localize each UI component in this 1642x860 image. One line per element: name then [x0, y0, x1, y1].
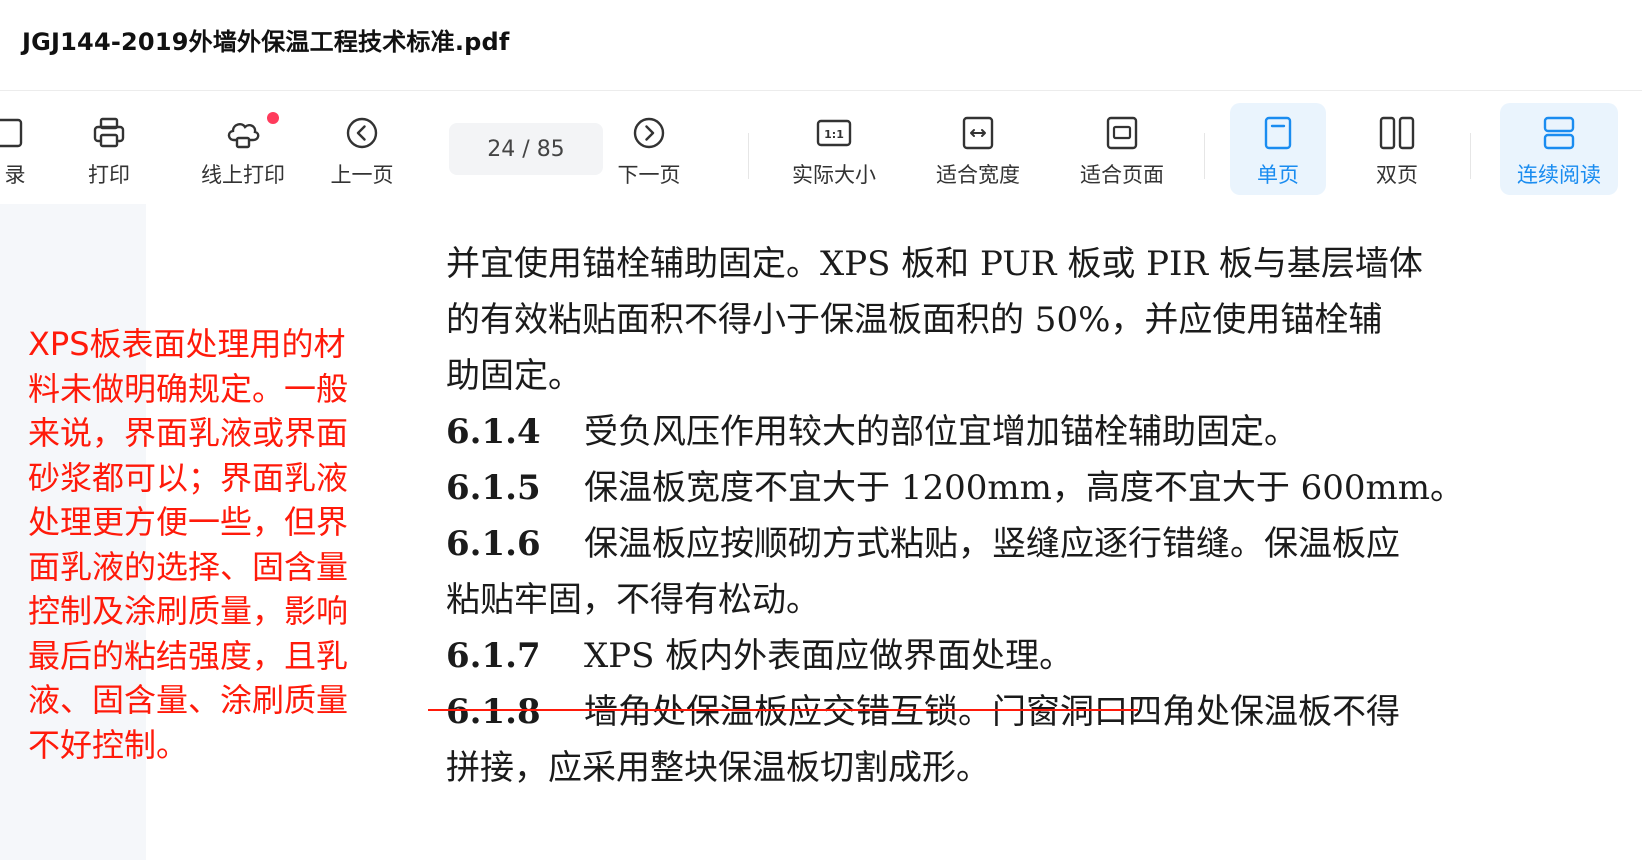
document-line: 的有效粘贴面积不得小于保温板面积的 50%，并应使用锚栓辅: [446, 292, 1382, 341]
clause-number: 6.1.5: [446, 468, 541, 508]
continuous-reading-label: 连续阅读: [1517, 163, 1601, 187]
printer-icon: [89, 113, 129, 153]
svg-text:1:1: 1:1: [824, 128, 844, 141]
annotation-line: 液、固含量、涂刷质量: [28, 681, 349, 719]
double-page-button[interactable]: 双页: [1352, 103, 1442, 195]
line-text: 粘贴牢固，不得有松动。: [446, 580, 820, 620]
next-page-label: 下一页: [617, 163, 681, 187]
document-line: 粘贴牢固，不得有松动。: [446, 572, 820, 621]
annotation-line: 面乳液的选择、固含量: [28, 547, 349, 586]
clause-6-1-5: 6.1.5 保温板宽度不宜大于 1200mm，高度不宜大于 600mm。: [446, 460, 1464, 509]
line-text: 拼接，应采用整块保温板切割成形。: [446, 748, 990, 788]
toolbar: 录 打印 线上打印 上一页 24 / 85 下一页 1:1 实际大小 适合宽度 …: [0, 91, 1642, 203]
cloud-print-icon: [223, 113, 263, 153]
annotation-underline: [428, 709, 1138, 711]
fit-width-icon: [958, 113, 998, 153]
prev-page-button[interactable]: 上一页: [322, 103, 402, 195]
fit-page-icon: [1102, 113, 1142, 153]
catalog-icon: [0, 113, 30, 153]
toolbar-divider: [1470, 133, 1471, 179]
annotation-line: 最后的粘结强度，且乳: [28, 636, 349, 675]
annotation-line: 料未做明确规定。一般: [28, 369, 349, 408]
line-text: 受负风压作用较大的部位宜增加锚栓辅助固定。: [584, 412, 1298, 452]
annotation-line: 来说，界面乳液或界面: [28, 414, 349, 452]
title-bar: JGJ144-2019外墙外保温工程技术标准.pdf: [0, 0, 1642, 91]
chevron-right-circle-icon: [629, 113, 669, 153]
online-print-button[interactable]: 线上打印: [188, 103, 298, 195]
line-text: 保温板宽度不宜大于 1200mm，高度不宜大于 600mm。: [584, 468, 1464, 508]
document-title: JGJ144-2019外墙外保温工程技术标准.pdf: [22, 28, 510, 56]
red-annotation: XPS板表面处理用的材 料未做明确规定。一般 来说，界面乳液或界面 砂浆都可以；…: [28, 322, 408, 767]
annotation-line: 处理更方便一些，但界: [28, 503, 349, 541]
fit-width-label: 适合宽度: [936, 163, 1020, 187]
double-page-label: 双页: [1376, 163, 1418, 187]
clause-number: 6.1.8: [446, 692, 541, 732]
clause-number: 6.1.4: [446, 412, 541, 452]
document-line: 拼接，应采用整块保温板切割成形。: [446, 740, 990, 789]
fit-page-label: 适合页面: [1080, 163, 1164, 187]
annotation-line: XPS板表面处理用的材: [28, 325, 346, 363]
chevron-left-circle-icon: [342, 113, 382, 153]
next-page-button[interactable]: 下一页: [609, 103, 689, 195]
single-page-icon: [1258, 113, 1298, 153]
toolbar-divider: [748, 133, 749, 179]
prev-page-label: 上一页: [330, 163, 394, 187]
clause-6-1-7: 6.1.7 XPS 板内外表面应做界面处理。: [446, 628, 1073, 677]
line-text: XPS 板内外表面应做界面处理。: [584, 636, 1074, 676]
clause-number: 6.1.7: [446, 636, 541, 676]
actual-size-button[interactable]: 1:1 实际大小: [782, 103, 886, 195]
line-text: 助固定。: [446, 356, 582, 396]
print-button[interactable]: 打印: [74, 103, 144, 195]
catalog-button[interactable]: 录: [0, 103, 40, 195]
print-label: 打印: [88, 163, 130, 187]
document-line: 并宜使用锚栓辅助固定。XPS 板和 PUR 板或 PIR 板与基层墙体: [446, 236, 1423, 285]
document-line: 助固定。: [446, 348, 582, 397]
annotation-line: 不好控制。: [28, 725, 189, 764]
toolbar-divider: [1204, 133, 1205, 179]
online-print-label: 线上打印: [201, 163, 285, 187]
actual-size-icon: 1:1: [814, 113, 854, 153]
fit-page-button[interactable]: 适合页面: [1070, 103, 1174, 195]
actual-size-label: 实际大小: [792, 163, 876, 187]
clause-number: 6.1.6: [446, 524, 541, 564]
notification-dot: [267, 112, 279, 124]
line-text: 保温板应按顺砌方式粘贴，竖缝应逐行错缝。保温板应: [584, 524, 1400, 564]
clause-6-1-6: 6.1.6 保温板应按顺砌方式粘贴，竖缝应逐行错缝。保温板应: [446, 516, 1400, 565]
single-page-label: 单页: [1257, 163, 1299, 187]
annotation-line: 砂浆都可以；界面乳液: [28, 458, 349, 497]
clause-6-1-4: 6.1.4 受负风压作用较大的部位宜增加锚栓辅助固定。: [446, 404, 1298, 453]
page-indicator[interactable]: 24 / 85: [449, 123, 603, 175]
double-page-icon: [1377, 113, 1417, 153]
line-text: 墙角处保温板应交错互锁。门窗洞口四角处保温板不得: [584, 692, 1400, 732]
catalog-label: 录: [4, 163, 26, 187]
annotation-line: 控制及涂刷质量，影响: [28, 592, 349, 630]
fit-width-button[interactable]: 适合宽度: [926, 103, 1030, 195]
line-text: 的有效粘贴面积不得小于保温板面积的 50%，并应使用锚栓辅: [446, 300, 1383, 340]
line-text: 并宜使用锚栓辅助固定。XPS 板和 PUR 板或 PIR 板与基层墙体: [446, 244, 1423, 284]
continuous-reading-icon: [1539, 113, 1579, 153]
single-page-button[interactable]: 单页: [1230, 103, 1326, 195]
continuous-reading-button[interactable]: 连续阅读: [1500, 103, 1618, 195]
